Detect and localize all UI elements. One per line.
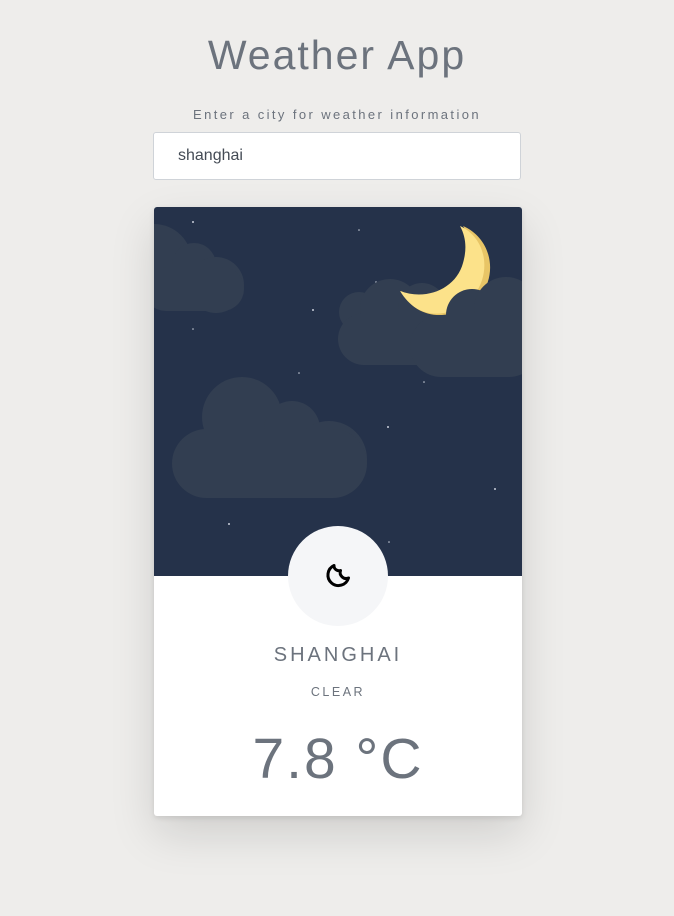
weather-icon-badge xyxy=(288,526,388,626)
cloud-large xyxy=(172,377,367,498)
moon-icon xyxy=(326,564,350,588)
temperature-value: 7.8 °C xyxy=(252,727,424,791)
cloud-top-left xyxy=(154,224,244,313)
weather-condition: CLEAR xyxy=(310,685,366,699)
app-title: Weather App xyxy=(207,32,467,78)
city-search-input[interactable] xyxy=(153,132,521,180)
weather-card: SHANGHAI CLEAR 7.8 °C xyxy=(154,207,522,816)
search-label: Enter a city for weather information xyxy=(193,107,481,122)
night-sky-illustration xyxy=(154,207,522,576)
weather-app-page: Weather App Enter a city for weather inf… xyxy=(0,0,674,916)
city-name: SHANGHAI xyxy=(273,644,403,666)
